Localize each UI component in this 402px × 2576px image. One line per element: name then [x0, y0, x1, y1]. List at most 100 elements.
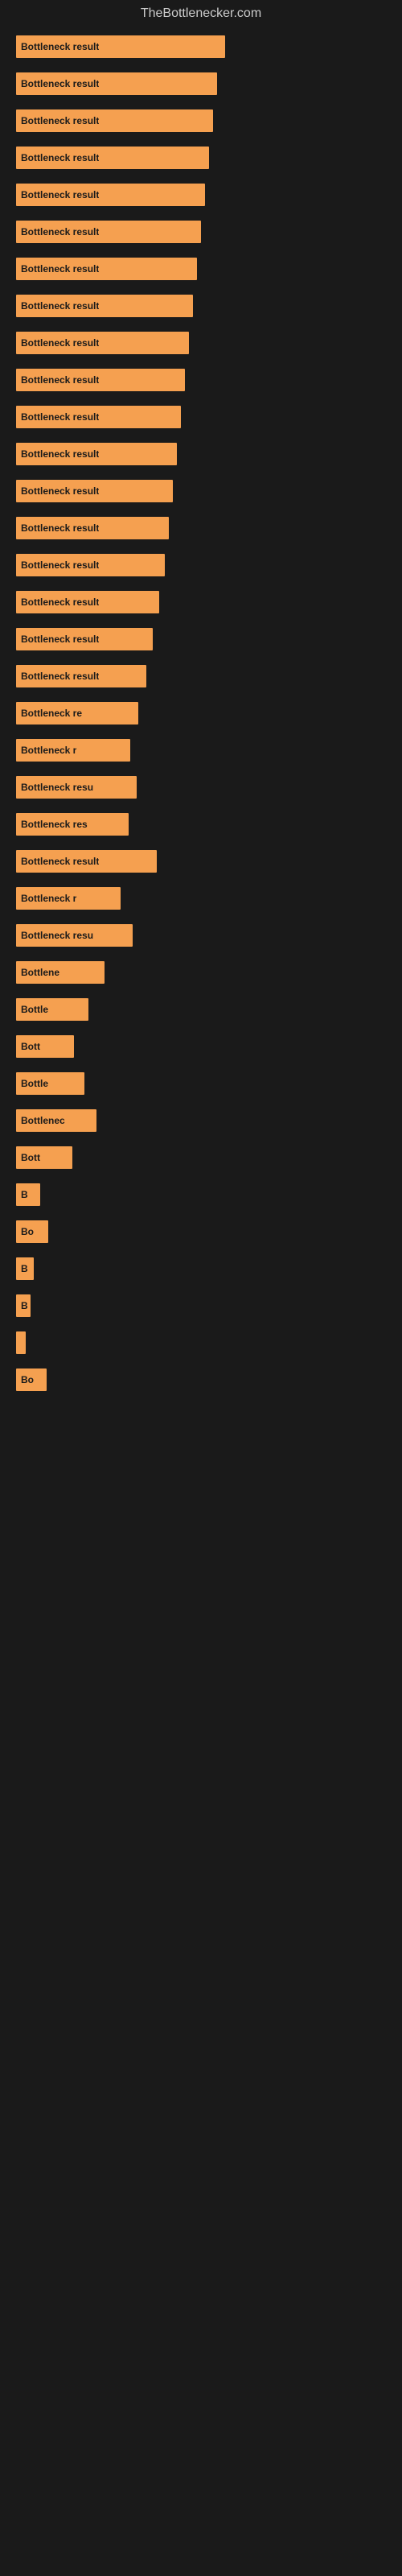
bar-row: Bottleneck result — [16, 332, 386, 354]
bar-label: Bottleneck r — [21, 893, 76, 904]
bar-label: Bottleneck res — [21, 819, 88, 830]
bar-label: B — [21, 1189, 28, 1200]
bar-label: Bottle — [21, 1078, 48, 1089]
bar-row: B — [16, 1294, 386, 1317]
result-bar: Bottleneck result — [16, 72, 217, 95]
bar-label: Bottleneck result — [21, 597, 99, 608]
bar-row: Bo — [16, 1368, 386, 1391]
result-bar: Bottleneck result — [16, 109, 213, 132]
result-bar: Bottleneck re — [16, 702, 138, 724]
bar-row: Bottleneck result — [16, 72, 386, 95]
bar-row: B — [16, 1257, 386, 1280]
result-bar: Bottlenec — [16, 1109, 96, 1132]
bar-label: Bottleneck resu — [21, 930, 93, 941]
bar-row: Bottleneck r — [16, 739, 386, 762]
bar-label: Bo — [21, 1374, 34, 1385]
bar-row: Bottleneck result — [16, 480, 386, 502]
result-bar: Bottleneck result — [16, 295, 193, 317]
bar-row: Bottleneck resu — [16, 924, 386, 947]
bar-label: Bottleneck result — [21, 78, 99, 89]
bar-row: Bottleneck result — [16, 406, 386, 428]
result-bar: Bottleneck result — [16, 554, 165, 576]
bar-label: Bottleneck result — [21, 634, 99, 645]
bar-row: Bottleneck res — [16, 813, 386, 836]
bar-label: Bottleneck result — [21, 522, 99, 534]
bar-label: Bott — [21, 1152, 40, 1163]
bar-row: Bottleneck result — [16, 221, 386, 243]
result-bar: Bottle — [16, 998, 88, 1021]
bar-row — [16, 1331, 386, 1354]
result-bar: Bottleneck result — [16, 628, 153, 650]
bar-label: Bottlene — [21, 967, 59, 978]
bar-row: Bottleneck result — [16, 369, 386, 391]
result-bar: Bott — [16, 1035, 74, 1058]
bar-row: Bottlene — [16, 961, 386, 984]
site-title: TheBottlenecker.com — [0, 0, 402, 27]
bar-row: Bott — [16, 1146, 386, 1169]
bar-label: Bottleneck result — [21, 226, 99, 237]
bar-row: Bottleneck result — [16, 517, 386, 539]
result-bar: Bottlene — [16, 961, 105, 984]
bar-label: Bottleneck result — [21, 671, 99, 682]
bar-row: Bottleneck re — [16, 702, 386, 724]
result-bar: Bott — [16, 1146, 72, 1169]
result-bar: Bottleneck result — [16, 443, 177, 465]
bar-label: Bottleneck result — [21, 152, 99, 163]
result-bar: B — [16, 1294, 31, 1317]
result-bar — [16, 1331, 26, 1354]
result-bar: Bottleneck result — [16, 406, 181, 428]
result-bar: Bottleneck result — [16, 35, 225, 58]
bar-row: Bottleneck result — [16, 628, 386, 650]
bar-row: Bottleneck result — [16, 35, 386, 58]
bar-label: Bott — [21, 1041, 40, 1052]
bar-row: Bottleneck result — [16, 554, 386, 576]
bar-label: Bottleneck re — [21, 708, 82, 719]
bar-label: Bottleneck result — [21, 189, 99, 200]
bar-row: Bottleneck result — [16, 184, 386, 206]
bar-label: Bottleneck result — [21, 485, 99, 497]
result-bar: Bottleneck resu — [16, 924, 133, 947]
result-bar: Bottleneck result — [16, 369, 185, 391]
bar-row: Bo — [16, 1220, 386, 1243]
bar-label: Bottleneck result — [21, 41, 99, 52]
result-bar: Bottle — [16, 1072, 84, 1095]
result-bar: Bottleneck result — [16, 850, 157, 873]
bar-label: B — [21, 1300, 28, 1311]
bar-row: Bottleneck result — [16, 850, 386, 873]
bar-label: Bottleneck result — [21, 374, 99, 386]
bar-label: Bottleneck result — [21, 856, 99, 867]
result-bar: Bottleneck result — [16, 221, 201, 243]
bar-row: Bottleneck result — [16, 109, 386, 132]
bar-row: Bottleneck result — [16, 147, 386, 169]
bar-label: B — [21, 1263, 28, 1274]
bar-row: B — [16, 1183, 386, 1206]
result-bar: Bottleneck result — [16, 517, 169, 539]
bar-row: Bottleneck result — [16, 665, 386, 687]
result-bar: B — [16, 1257, 34, 1280]
bar-label: Bottlenec — [21, 1115, 65, 1126]
site-title-container: TheBottlenecker.com — [0, 0, 402, 27]
result-bar: Bottleneck r — [16, 887, 121, 910]
bars-container: Bottleneck result Bottleneck result Bottle… — [0, 27, 402, 1414]
bar-row: Bottleneck result — [16, 258, 386, 280]
bar-label: Bottleneck result — [21, 115, 99, 126]
result-bar: Bottleneck result — [16, 591, 159, 613]
result-bar: Bottleneck result — [16, 665, 146, 687]
bar-row: Bottle — [16, 1072, 386, 1095]
result-bar: B — [16, 1183, 40, 1206]
bar-label: Bo — [21, 1226, 34, 1237]
result-bar: Bottleneck resu — [16, 776, 137, 799]
bar-label: Bottleneck result — [21, 448, 99, 460]
bar-row: Bottleneck result — [16, 443, 386, 465]
bar-row: Bottlenec — [16, 1109, 386, 1132]
bar-label: Bottleneck result — [21, 300, 99, 312]
result-bar: Bo — [16, 1368, 47, 1391]
bar-label: Bottleneck result — [21, 337, 99, 349]
bar-label: Bottleneck r — [21, 745, 76, 756]
result-bar: Bottleneck result — [16, 332, 189, 354]
result-bar: Bottleneck result — [16, 147, 209, 169]
bar-row: Bottle — [16, 998, 386, 1021]
bar-label: Bottleneck resu — [21, 782, 93, 793]
result-bar: Bottleneck result — [16, 480, 173, 502]
bar-row: Bottleneck result — [16, 295, 386, 317]
